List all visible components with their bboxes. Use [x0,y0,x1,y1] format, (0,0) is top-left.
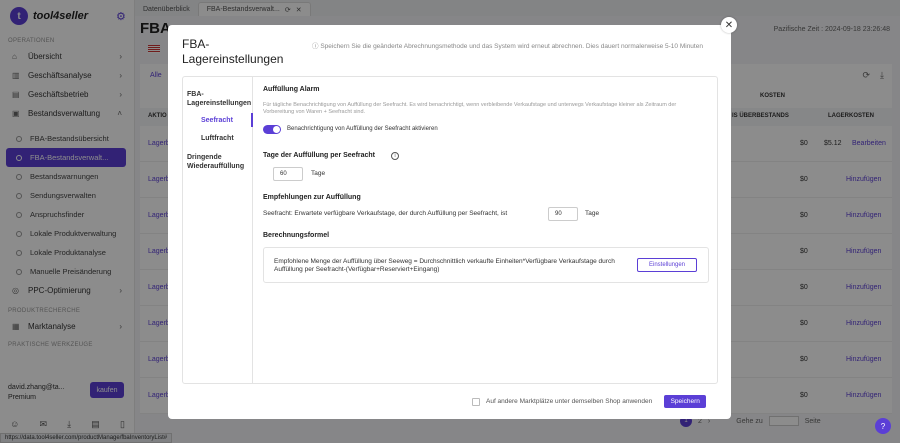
modal-info-text: Speichern Sie die geänderte Abrechnungsm… [320,43,703,50]
fba-settings-modal: FBA-Lagereinstellungen ⓘ Speichern Sie d… [168,25,731,419]
apply-marketplaces-label: Auf andere Marktplätze unter demselben S… [486,398,653,405]
nav-group-fba[interactable]: FBA-Lagereinstellungen [187,90,253,108]
recommend-title: Empfehlungen zur Auffüllung [263,194,361,201]
recommend-text: Seefracht: Erwartete verfügbare Verkaufs… [263,210,508,217]
help-icon[interactable]: ? [875,418,891,434]
settings-nav: FBA-Lagereinstellungen Seefracht Luftfra… [183,77,253,383]
formula-text: Empfohlene Menge der Auffüllung über See… [274,258,615,273]
modal-footer: Auf andere Marktplätze unter demselben S… [472,395,707,408]
recommend-input[interactable]: 90 [548,207,578,221]
days-title: Tage der Auffüllung per Seefracht [263,152,376,159]
alarm-title: Auffüllung Alarm [263,86,320,93]
modal-close-icon[interactable]: ✕ [721,17,737,33]
nav-luftfracht[interactable]: Luftfracht [201,134,234,143]
nav-urgent-refill[interactable]: Dringende Wiederauffüllung [187,153,253,171]
formula-box: Empfohlene Menge der Auffüllung über See… [263,247,709,283]
alarm-toggle[interactable] [263,125,281,134]
alarm-description: Für tägliche Benachrichtigung von Auffül… [263,102,677,115]
active-indicator [251,113,253,127]
modal-title: FBA-Lagereinstellungen [182,37,284,66]
nav-seefracht[interactable]: Seefracht [201,116,233,125]
days-input[interactable]: 60 [273,167,303,181]
save-button[interactable]: Speichern [664,395,707,408]
alarm-toggle-label: Benachrichtigung von Auffüllung der Seef… [287,126,438,132]
days-unit: Tage [311,170,326,177]
formula-title: Berechnungsformel [263,232,330,239]
apply-marketplaces-checkbox[interactable] [472,397,480,406]
modal-info: ⓘ Speichern Sie die geänderte Abrechnung… [312,42,724,51]
recommend-unit: Tage [585,210,600,217]
info-icon[interactable]: i [391,152,399,160]
settings-panel: FBA-Lagereinstellungen Seefracht Luftfra… [182,76,718,384]
formula-settings-button[interactable]: Einstellungen [637,258,697,272]
